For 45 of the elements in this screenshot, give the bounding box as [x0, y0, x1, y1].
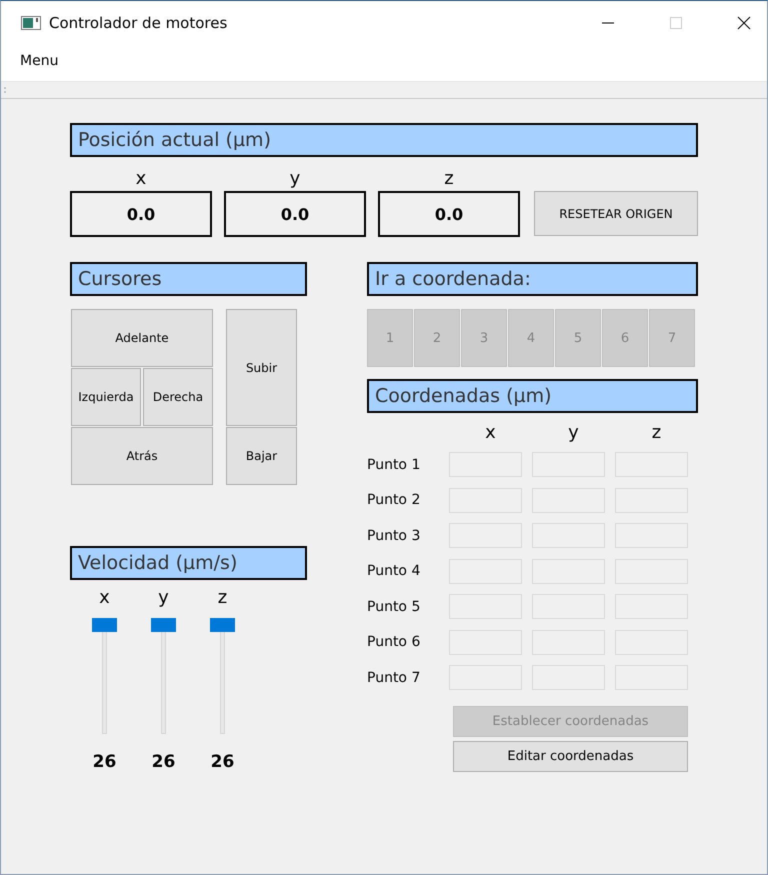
section-header: Velocidad (µm/s): [70, 546, 307, 580]
slider-thumb[interactable]: [210, 618, 235, 632]
point-label: Punto 7: [367, 670, 422, 686]
app-icon: [21, 16, 41, 30]
section-header: Ir a coordenada:: [367, 262, 698, 296]
grip-icon[interactable]: [4, 87, 8, 93]
point-label: Punto 1: [367, 456, 422, 473]
axis-label: x: [136, 167, 146, 191]
axis-label: z: [444, 167, 454, 191]
down-button[interactable]: Bajar: [226, 427, 297, 485]
speed-slider[interactable]: [210, 618, 235, 734]
section-header: Posición actual (µm): [70, 123, 698, 157]
position-value: 0.0: [70, 191, 212, 237]
column-header: x: [484, 421, 497, 445]
point-label: Punto 2: [367, 492, 422, 508]
column-header: y: [567, 421, 580, 445]
axis-label: y: [158, 586, 169, 610]
section-header: Coordenadas (µm): [367, 379, 698, 413]
speed-slider[interactable]: [92, 618, 117, 734]
point-label: Punto 5: [367, 598, 422, 615]
slider-thumb[interactable]: [92, 618, 117, 632]
point-label: Punto 6: [367, 634, 422, 650]
coordinates-button[interactable]: Editar coordenadas: [453, 740, 688, 772]
right-button[interactable]: Derecha: [143, 368, 213, 426]
speed-value: 26: [92, 752, 116, 772]
up-button[interactable]: Subir: [226, 309, 297, 426]
slider-thumb[interactable]: [151, 618, 176, 632]
speed-slider[interactable]: [151, 618, 176, 734]
menu-item[interactable]: Menu: [11, 51, 68, 71]
back-button[interactable]: Atrás: [71, 427, 213, 485]
reset-origin-button[interactable]: RESETEAR ORIGEN: [534, 191, 698, 236]
window-title: Controlador de motores: [49, 14, 228, 32]
forward-button[interactable]: Adelante: [71, 309, 213, 367]
point-label: Punto 3: [367, 528, 422, 544]
axis-label: y: [290, 167, 300, 191]
axis-label: x: [99, 586, 110, 610]
axis-label: z: [218, 586, 228, 610]
point-label: Punto 4: [367, 563, 422, 580]
position-value: 0.0: [378, 191, 520, 237]
position-value: 0.0: [224, 191, 366, 237]
speed-value: 26: [152, 752, 176, 772]
column-header: z: [650, 421, 662, 445]
left-button[interactable]: Izquierda: [71, 368, 141, 426]
section-header: Cursores: [70, 262, 307, 296]
speed-value: 26: [210, 752, 234, 772]
